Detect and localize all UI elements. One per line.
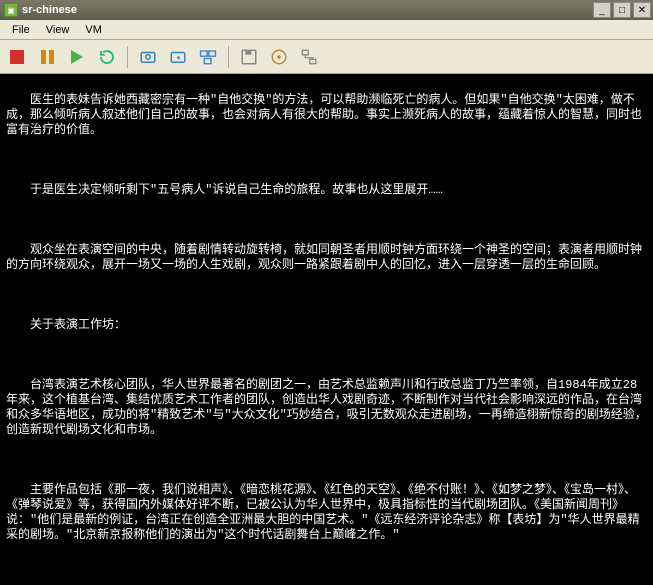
stop-button[interactable] xyxy=(4,44,30,70)
terminal-paragraph: 关于表演工作坊： xyxy=(6,318,647,333)
terminal-paragraph: 观众坐在表演空间的中央，随着剧情转动旋转椅，就如同朝圣者用顺时钟方面环绕一个神圣… xyxy=(6,243,647,273)
terminal-paragraph: 于是医生决定倾听剩下"五号病人"诉说自己生命的旅程。故事也从这里展开…… xyxy=(6,183,647,198)
play-icon xyxy=(71,50,83,64)
window-titlebar: ▣ sr-chinese _ □ ✕ xyxy=(0,0,653,20)
pause-button[interactable] xyxy=(34,44,60,70)
menu-vm[interactable]: VM xyxy=(77,22,110,38)
terminal-output[interactable]: 医生的表妹告诉她西藏密宗有一种"自他交换"的方法，可以帮助濒临死亡的病人。但如果… xyxy=(0,74,653,585)
revert-icon xyxy=(169,48,187,66)
maximize-button[interactable]: □ xyxy=(613,2,631,18)
stop-icon xyxy=(10,50,24,64)
revert-snapshot-button[interactable] xyxy=(165,44,191,70)
snapshot-manager-button[interactable] xyxy=(195,44,221,70)
menu-bar: File View VM xyxy=(0,20,653,40)
floppy-button[interactable] xyxy=(236,44,262,70)
reset-icon xyxy=(98,48,116,66)
toolbar xyxy=(0,40,653,74)
cd-button[interactable] xyxy=(266,44,292,70)
network-icon xyxy=(300,48,318,66)
close-button[interactable]: ✕ xyxy=(633,2,651,18)
terminal-paragraph: 主要作品包括《那一夜，我们说相声》、《暗恋桃花源》、《红色的天空》、《绝不付账！… xyxy=(6,483,647,543)
snapshot-icon xyxy=(139,48,157,66)
snapshot-button[interactable] xyxy=(135,44,161,70)
snapshot-manager-icon xyxy=(199,48,217,66)
reset-button[interactable] xyxy=(94,44,120,70)
terminal-paragraph: 医生的表妹告诉她西藏密宗有一种"自他交换"的方法，可以帮助濒临死亡的病人。但如果… xyxy=(6,93,647,138)
network-button[interactable] xyxy=(296,44,322,70)
window-title: sr-chinese xyxy=(22,4,591,16)
pause-icon xyxy=(41,50,54,64)
vm-icon: ▣ xyxy=(4,3,18,17)
floppy-icon xyxy=(240,48,258,66)
menu-file[interactable]: File xyxy=(4,22,38,38)
terminal-paragraph: 台湾表演艺术核心团队，华人世界最著名的剧团之一，由艺术总监赖声川和行政总监丁乃竺… xyxy=(6,378,647,438)
cd-icon xyxy=(270,48,288,66)
toolbar-separator xyxy=(228,46,229,68)
play-button[interactable] xyxy=(64,44,90,70)
toolbar-separator xyxy=(127,46,128,68)
menu-view[interactable]: View xyxy=(38,22,78,38)
minimize-button[interactable]: _ xyxy=(593,2,611,18)
